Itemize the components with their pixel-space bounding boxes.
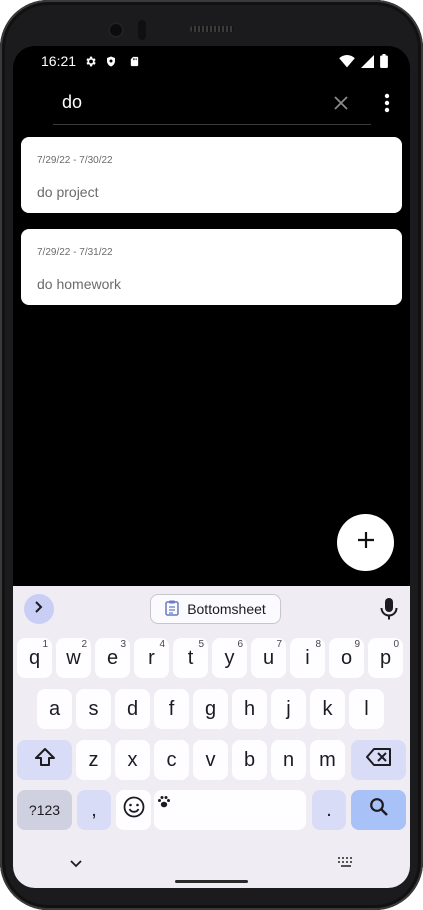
- key-w[interactable]: w2: [56, 638, 91, 678]
- keyboard-switcher-icon[interactable]: [337, 855, 355, 873]
- key-label: r: [148, 646, 155, 669]
- chevron-right-icon: [33, 600, 45, 619]
- emoji-key[interactable]: [116, 790, 151, 830]
- wifi-icon: [339, 54, 355, 73]
- key-label: i: [305, 646, 310, 669]
- task-card[interactable]: 7/29/22 - 7/31/22 do homework: [21, 229, 402, 305]
- backspace-icon: [365, 748, 392, 772]
- key-v[interactable]: v: [193, 740, 228, 780]
- key-r[interactable]: r4: [134, 638, 169, 678]
- front-camera: [108, 22, 124, 38]
- key-hint: 3: [120, 639, 126, 650]
- key-e[interactable]: e3: [95, 638, 130, 678]
- key-label: w: [66, 646, 81, 669]
- microphone-icon[interactable]: [379, 596, 399, 622]
- clipboard-suggestion-chip[interactable]: Bottomsheet: [150, 594, 281, 624]
- key-g[interactable]: g: [193, 689, 228, 729]
- task-dates: 7/29/22 - 7/31/22: [37, 247, 113, 258]
- battery-icon: [380, 54, 388, 73]
- close-icon[interactable]: [329, 91, 353, 115]
- task-card[interactable]: 7/29/22 - 7/30/22 do project: [21, 137, 402, 213]
- hide-keyboard-icon[interactable]: [69, 856, 83, 874]
- search-underline: [53, 124, 371, 125]
- signal-icon: [361, 54, 374, 73]
- key-p[interactable]: p0: [368, 638, 403, 678]
- key-hint: 5: [198, 639, 204, 650]
- key-h[interactable]: h: [232, 689, 267, 729]
- key-y[interactable]: y6: [212, 638, 247, 678]
- search-icon: [369, 797, 389, 823]
- key-hint: 6: [237, 639, 243, 650]
- key-hint: 8: [315, 639, 321, 650]
- key-m[interactable]: m: [310, 740, 345, 780]
- key-label: o: [340, 646, 353, 669]
- period-key[interactable]: .: [312, 790, 346, 830]
- shift-key[interactable]: [17, 740, 72, 780]
- key-t[interactable]: t5: [173, 638, 208, 678]
- key-hint: 2: [81, 639, 87, 650]
- key-u[interactable]: u7: [251, 638, 286, 678]
- key-j[interactable]: j: [271, 689, 306, 729]
- search-input[interactable]: do: [62, 92, 82, 113]
- key-hint: 4: [159, 639, 165, 650]
- comma-key[interactable]: ,: [77, 790, 111, 830]
- sd-card-icon: [127, 54, 141, 68]
- proximity-sensor: [138, 20, 146, 40]
- status-time: 16:21: [41, 53, 77, 69]
- key-c[interactable]: c: [154, 740, 189, 780]
- task-dates: 7/29/22 - 7/30/22: [37, 155, 113, 166]
- add-task-button[interactable]: [337, 514, 394, 571]
- search-key[interactable]: [351, 790, 406, 830]
- key-label: e: [106, 646, 119, 669]
- key-x[interactable]: x: [115, 740, 150, 780]
- search-bar: do: [13, 82, 410, 126]
- key-b[interactable]: b: [232, 740, 267, 780]
- key-hint: 0: [393, 639, 399, 650]
- home-indicator[interactable]: [175, 880, 248, 883]
- clipboard-icon: [165, 600, 179, 619]
- key-label: y: [224, 646, 235, 669]
- key-o[interactable]: o9: [329, 638, 364, 678]
- clipboard-chip-label: Bottomsheet: [187, 601, 266, 617]
- key-hint: 1: [42, 639, 48, 650]
- screen: 16:21 do 7/29/22 - 7/30/22 do project 7/…: [13, 46, 410, 888]
- plus-icon: [356, 530, 376, 555]
- key-q[interactable]: q1: [17, 638, 52, 678]
- settings-icon: [83, 54, 97, 68]
- key-n[interactable]: n: [271, 740, 306, 780]
- key-label: p: [379, 646, 392, 669]
- earpiece-speaker: [190, 26, 234, 32]
- more-vertical-icon[interactable]: [377, 91, 397, 115]
- key-k[interactable]: k: [310, 689, 345, 729]
- keyboard: Bottomsheet q1w2e3r4t5y6u7i8o9p0 asdfghj…: [13, 586, 410, 888]
- key-a[interactable]: a: [37, 689, 72, 729]
- space-key[interactable]: [154, 790, 306, 830]
- task-title: do project: [37, 184, 99, 200]
- key-l[interactable]: l: [349, 689, 384, 729]
- keyboard-toolbar: Bottomsheet: [13, 586, 410, 632]
- key-d[interactable]: d: [115, 689, 150, 729]
- key-label: t: [187, 646, 194, 669]
- key-z[interactable]: z: [76, 740, 111, 780]
- key-hint: 7: [276, 639, 282, 650]
- symbols-key[interactable]: ?123: [17, 790, 72, 830]
- expand-toolbar-button[interactable]: [24, 594, 54, 624]
- phone-frame: 16:21 do 7/29/22 - 7/30/22 do project 7/…: [0, 0, 423, 910]
- task-title: do homework: [37, 276, 122, 292]
- paw-icon: [157, 791, 171, 814]
- key-label: q: [28, 646, 41, 669]
- key-s[interactable]: s: [76, 689, 111, 729]
- key-hint: 9: [354, 639, 360, 650]
- key-f[interactable]: f: [154, 689, 189, 729]
- backspace-key[interactable]: [351, 740, 406, 780]
- key-i[interactable]: i8: [290, 638, 325, 678]
- shield-icon: [104, 54, 118, 68]
- keyboard-nav-bar: [13, 848, 410, 888]
- key-label: u: [262, 646, 275, 669]
- status-bar: 16:21: [13, 46, 410, 76]
- shift-icon: [34, 747, 56, 773]
- emoji-icon: [123, 796, 145, 824]
